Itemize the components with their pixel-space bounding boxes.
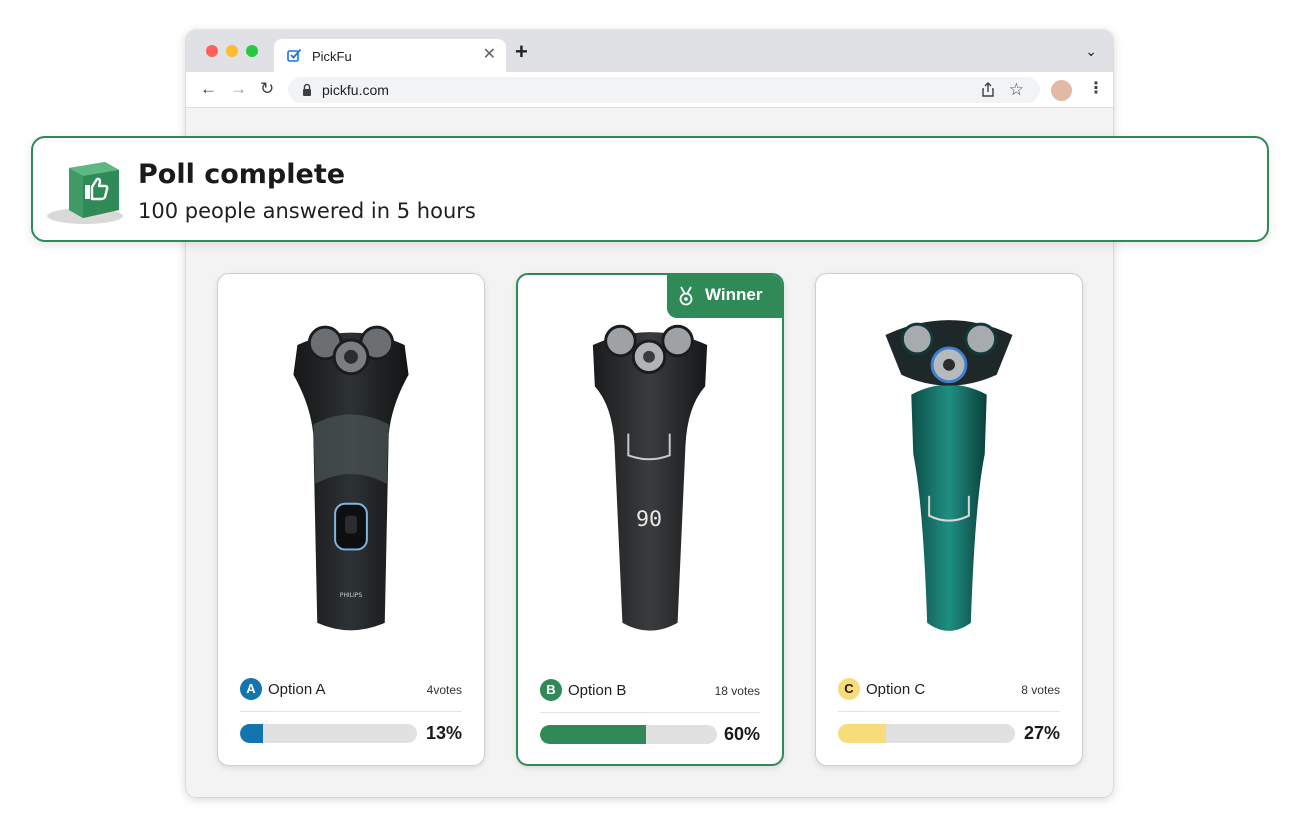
option-letter-badge: A (240, 678, 262, 700)
browser-menu-icon[interactable]: ⋮ (1088, 79, 1104, 99)
divider (838, 711, 1060, 712)
vote-count: 8 votes (1021, 683, 1060, 697)
tab-search-chevron-icon[interactable]: ⌄ (1085, 43, 1097, 60)
browser-toolbar: ← → ↻ pickfu.com ☆ ⋮ (186, 72, 1113, 108)
option-letter-badge: C (838, 678, 860, 700)
option-row: A Option A 4votes (240, 677, 462, 703)
result-bar-fill (838, 724, 886, 743)
back-arrow-icon[interactable]: ← (200, 79, 217, 99)
address-bar[interactable]: pickfu.com ☆ (288, 77, 1040, 103)
minimize-window-button[interactable] (226, 45, 238, 57)
option-card-a[interactable]: PHILIPS A Option A 4votes 13% (217, 273, 485, 766)
result-bar-track (540, 725, 717, 744)
option-card-b[interactable]: Winner 90 B Option B 18 votes 60% (516, 273, 784, 766)
share-icon[interactable] (980, 82, 996, 98)
medal-icon (679, 286, 693, 306)
svg-text:90: 90 (636, 507, 662, 532)
divider (240, 711, 462, 712)
option-name: Option A (268, 681, 326, 698)
result-bar-fill (540, 725, 647, 744)
close-window-button[interactable] (206, 45, 218, 57)
url-text: pickfu.com (322, 82, 389, 98)
option-name: Option C (866, 681, 926, 698)
option-card-c[interactable]: C Option C 8 votes 27% (815, 273, 1083, 766)
title-bar: PickFu ✕ + ⌄ (186, 30, 1113, 72)
winner-label: Winner (705, 285, 763, 304)
lock-icon (303, 83, 311, 96)
result-percent: 13% (425, 723, 462, 743)
maximize-window-button[interactable] (246, 45, 258, 57)
banner-title: Poll complete (138, 159, 346, 190)
option-row: C Option C 8 votes (838, 677, 1060, 703)
result-bar-track (240, 724, 417, 743)
vote-count: 18 votes (714, 684, 760, 698)
bookmark-star-icon[interactable]: ☆ (1009, 80, 1024, 100)
banner-subtitle: 100 people answered in 5 hours (138, 199, 476, 223)
divider (540, 712, 760, 713)
result-bar-track (838, 724, 1015, 743)
product-image-b: 90 (592, 324, 708, 631)
option-row: B Option B 18 votes (540, 678, 760, 704)
vote-count: 4votes (426, 683, 462, 697)
option-name: Option B (568, 682, 627, 699)
option-letter-badge: B (540, 679, 562, 701)
tab-close-icon[interactable]: ✕ (483, 45, 496, 65)
poll-complete-banner: Poll complete 100 people answered in 5 h… (31, 136, 1269, 242)
result-percent: 27% (1023, 723, 1060, 743)
tab-title: PickFu (312, 49, 352, 64)
profile-avatar[interactable] (1051, 80, 1072, 101)
forward-arrow-icon[interactable]: → (230, 79, 247, 99)
reload-icon[interactable]: ↻ (260, 79, 274, 99)
pickfu-favicon-icon (287, 48, 302, 62)
thumbs-up-box-icon (47, 162, 123, 224)
svg-text:PHILIPS: PHILIPS (340, 592, 362, 599)
result-bar-fill (240, 724, 263, 743)
browser-tab[interactable]: PickFu ✕ (274, 39, 506, 72)
product-image-c (885, 320, 1013, 631)
new-tab-icon[interactable]: + (515, 41, 528, 63)
product-image-a: PHILIPS (293, 325, 409, 631)
result-percent: 60% (723, 724, 760, 744)
